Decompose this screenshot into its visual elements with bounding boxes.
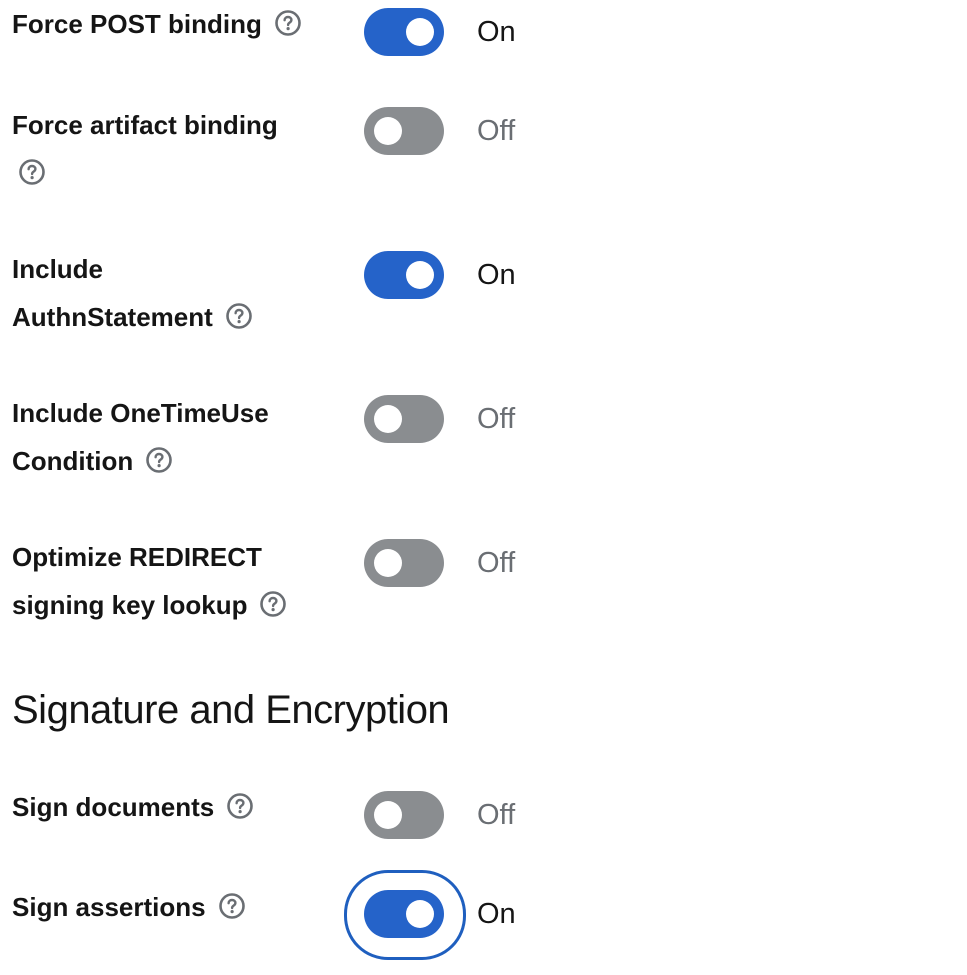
switch-knob <box>374 801 402 829</box>
setting-label: Force POST binding <box>12 9 262 39</box>
switch-state-text: On <box>477 16 516 48</box>
switch-knob <box>374 117 402 145</box>
sign-documents-switch[interactable] <box>364 791 444 839</box>
setting-label: Sign assertions <box>12 892 206 922</box>
force-artifact-binding-switch[interactable] <box>364 107 444 155</box>
include-onetimeuse-condition-switch[interactable] <box>364 395 444 443</box>
switch-state-text: Off <box>477 403 516 435</box>
setting-label: Sign documents <box>12 792 215 822</box>
help-icon[interactable] <box>225 302 253 330</box>
switch-state-text: Off <box>477 799 516 831</box>
setting-label-wrap: Include OneTimeUse Condition <box>12 389 312 485</box>
switch-knob <box>406 261 434 289</box>
optimize-redirect-signing-key-lookup-switch[interactable] <box>364 539 444 587</box>
switch-state-text: Off <box>477 547 516 579</box>
switch-state-text: Off <box>477 115 516 147</box>
include-authnstatement-switch[interactable] <box>364 251 444 299</box>
help-icon[interactable] <box>226 792 254 820</box>
help-icon[interactable] <box>218 892 246 920</box>
setting-label-wrap: Sign documents <box>12 783 312 831</box>
setting-label-wrap: Include AuthnStatement <box>12 245 302 341</box>
help-icon[interactable] <box>18 158 46 186</box>
setting-label: Include OneTimeUse Condition <box>12 398 269 476</box>
setting-label-wrap: Sign assertions <box>12 883 312 931</box>
section-title: Signature and Encryption <box>12 688 450 732</box>
help-icon[interactable] <box>274 9 302 37</box>
switch-state-text: On <box>477 259 516 291</box>
help-icon[interactable] <box>259 590 287 618</box>
setting-label: Optimize REDIRECT signing key lookup <box>12 542 262 620</box>
setting-label: Force artifact binding <box>12 110 278 140</box>
setting-label-wrap: Force POST binding <box>12 0 312 48</box>
switch-state-text: On <box>477 898 516 930</box>
switch-knob <box>374 549 402 577</box>
help-icon[interactable] <box>145 446 173 474</box>
sign-assertions-switch[interactable] <box>344 870 466 960</box>
switch-knob <box>406 18 434 46</box>
setting-label-wrap: Force artifact binding <box>12 101 322 197</box>
switch-knob <box>374 405 402 433</box>
setting-label: Include AuthnStatement <box>12 254 213 332</box>
force-post-binding-switch[interactable] <box>364 8 444 56</box>
setting-label-wrap: Optimize REDIRECT signing key lookup <box>12 533 312 629</box>
switch-knob <box>406 900 434 928</box>
